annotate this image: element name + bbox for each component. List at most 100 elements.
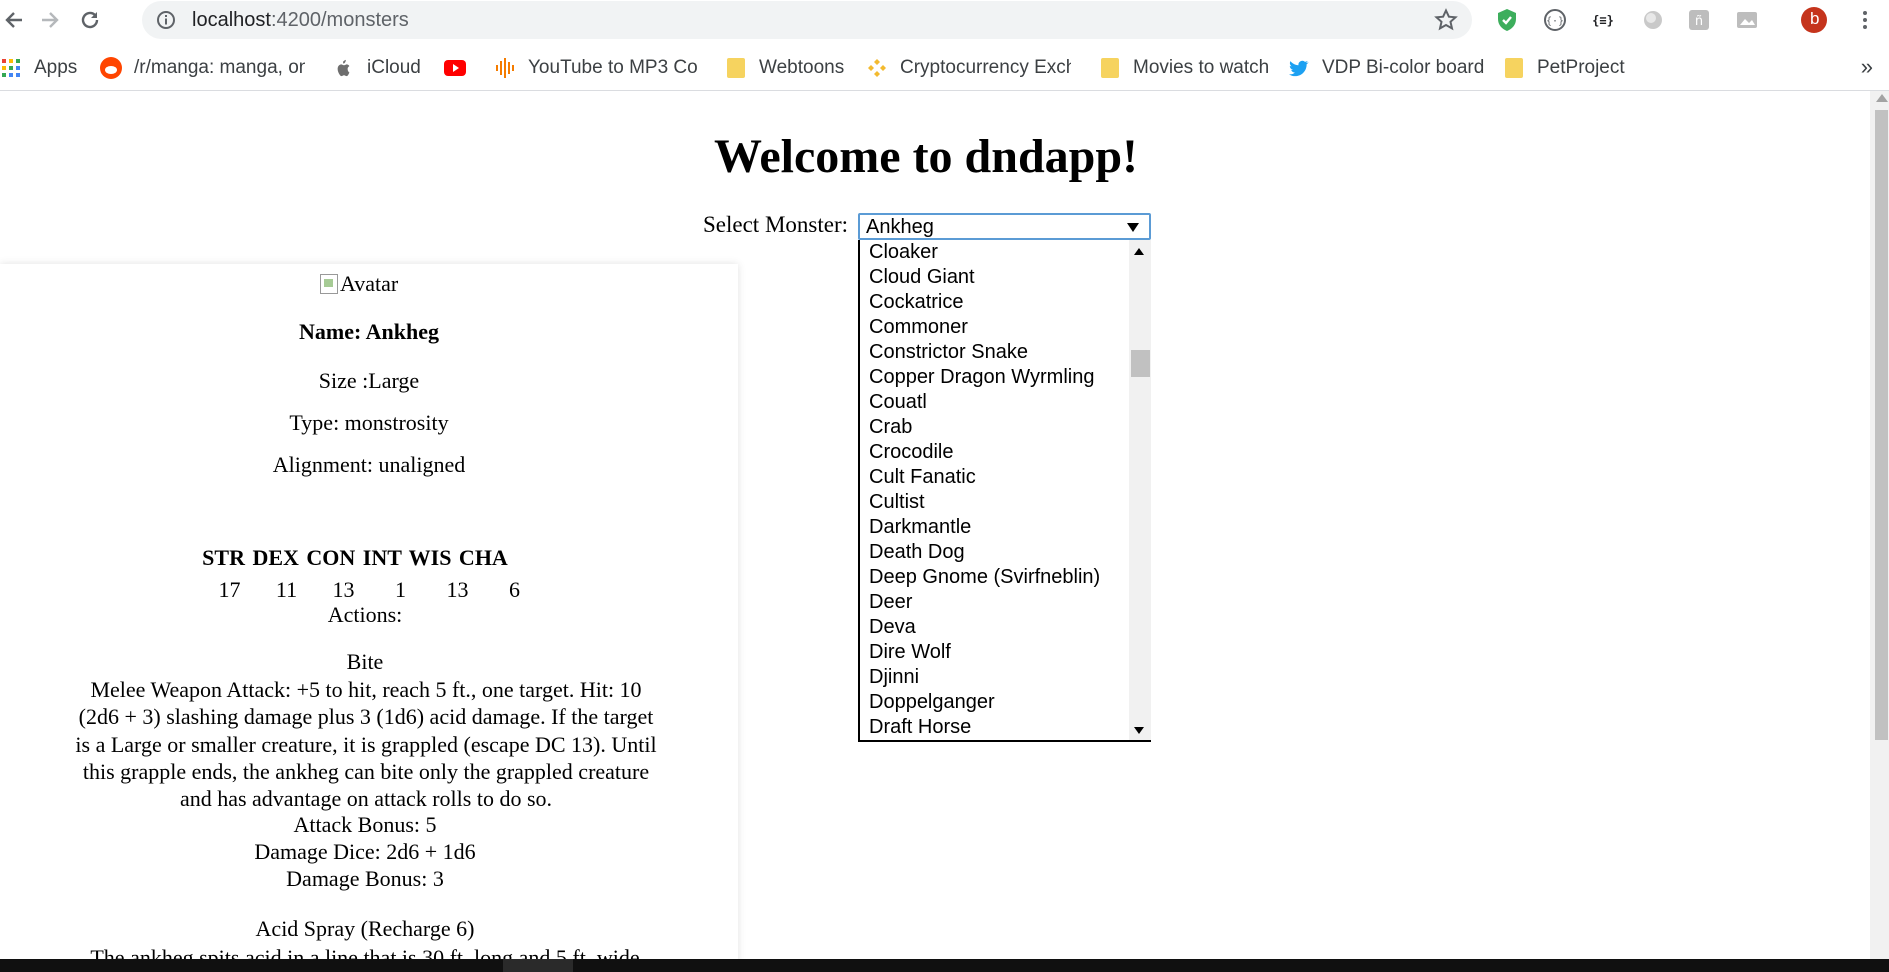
select-monster-label: Select Monster: xyxy=(703,212,848,237)
code-extension-icon[interactable]: {·} xyxy=(1542,7,1568,33)
stats-values: 17 11 13 1 13 6 xyxy=(201,577,543,603)
address-bar[interactable]: localhost:4200/monsters xyxy=(142,1,1472,39)
bookmark-label: VDP Bi-color board xyxy=(1322,57,1485,78)
url-path: :4200/monsters xyxy=(270,9,409,31)
back-button[interactable] xyxy=(0,4,30,36)
bookmark-apps[interactable]: Apps xyxy=(0,56,77,80)
shield-extension-icon[interactable] xyxy=(1494,7,1520,33)
dropdown-option[interactable]: Draft Horse xyxy=(860,715,1128,740)
bookmark-label: YouTube to MP3 Con xyxy=(528,57,699,78)
menu-kebab-icon[interactable] xyxy=(1852,7,1878,33)
svg-text:{·}: {·} xyxy=(1546,16,1564,27)
dropdown-option[interactable]: Cloud Giant xyxy=(860,265,1128,290)
dropdown-options: Cloaker Cloud Giant Cockatrice Commoner Cons… xyxy=(860,240,1128,740)
folder-icon xyxy=(725,57,747,79)
dropdown-option[interactable]: Cloaker xyxy=(860,240,1128,265)
youtube-icon xyxy=(444,57,466,79)
page-viewport: Welcome to dndapp! Select Monster: Ankhe… xyxy=(0,91,1870,959)
dropdown-option[interactable]: Commoner xyxy=(860,315,1128,340)
bookmark-movies[interactable]: Movies to watch xyxy=(1099,56,1269,80)
dropdown-option[interactable]: Cult Fanatic xyxy=(860,465,1128,490)
dropdown-option[interactable]: Cultist xyxy=(860,490,1128,515)
stat-wis: 13 xyxy=(446,577,469,602)
dropdown-option[interactable]: Darkmantle xyxy=(860,515,1128,540)
monster-dropdown-list[interactable]: Cloaker Cloud Giant Cockatrice Commoner Cons… xyxy=(858,240,1151,742)
dropdown-option[interactable]: Death Dog xyxy=(860,540,1128,565)
bookmark-petproject[interactable]: PetProject xyxy=(1503,56,1625,80)
monster-name: Name: Ankheg xyxy=(299,319,439,344)
bookmark-reddit-manga[interactable]: /r/manga: manga, on xyxy=(100,56,305,80)
bookmark-label: Webtoons xyxy=(759,57,845,78)
audio-wave-icon xyxy=(494,57,516,79)
bookmarks-bar: Apps /r/manga: manga, on iCloud YouTube … xyxy=(0,46,1889,91)
scroll-down-arrow-icon[interactable] xyxy=(1134,727,1144,734)
stat-cha: 6 xyxy=(509,577,520,602)
actions-heading: Actions: xyxy=(327,602,403,627)
stat-dex: 11 xyxy=(275,577,298,602)
apps-grid-icon xyxy=(0,57,22,79)
action-name: Bite xyxy=(346,649,384,674)
dropdown-option[interactable]: Constrictor Snake xyxy=(860,340,1128,365)
reddit-icon xyxy=(100,57,122,79)
taskbar-item[interactable] xyxy=(503,959,573,972)
circle-extension-icon[interactable] xyxy=(1640,7,1666,33)
twitter-icon xyxy=(1288,57,1310,79)
info-icon[interactable] xyxy=(156,10,176,30)
bookmark-webtoons[interactable]: Webtoons xyxy=(725,56,844,80)
dropdown-option[interactable]: Crab xyxy=(860,415,1128,440)
page-scroll-up-icon[interactable] xyxy=(1876,94,1888,102)
json-extension-icon[interactable]: {≡} xyxy=(1590,7,1616,33)
bookmarks-overflow-button[interactable]: » xyxy=(1861,54,1873,80)
dropdown-option[interactable]: Doppelganger xyxy=(860,690,1128,715)
dropdown-option[interactable]: Deva xyxy=(860,615,1128,640)
profile-avatar[interactable]: b xyxy=(1801,7,1827,33)
reload-button[interactable] xyxy=(74,4,106,36)
bookmark-crypto[interactable]: Cryptocurrency Excha xyxy=(866,56,1071,80)
bookmark-icloud[interactable]: iCloud xyxy=(333,56,421,80)
dropdown-scroll-thumb[interactable] xyxy=(1131,350,1150,377)
stat-str: 17 xyxy=(218,577,241,602)
stat-int: 1 xyxy=(395,577,406,602)
folder-icon xyxy=(1099,57,1121,79)
stat-con: 13 xyxy=(332,577,355,602)
apple-icon xyxy=(333,57,355,79)
bookmark-label: PetProject xyxy=(1537,57,1625,78)
dropdown-option[interactable]: Deep Gnome (Svirfneblin) xyxy=(860,565,1128,590)
dropdown-option[interactable]: Couatl xyxy=(860,390,1128,415)
bookmark-label: iCloud xyxy=(367,57,421,78)
url-text[interactable]: localhost:4200/monsters xyxy=(192,9,409,32)
url-host: localhost xyxy=(192,9,271,31)
action-name: Acid Spray (Recharge 6) xyxy=(255,916,475,941)
bookmark-label: Movies to watch xyxy=(1133,57,1270,78)
dropdown-option[interactable]: Copper Dragon Wyrmling xyxy=(860,365,1128,390)
action-description: Melee Weapon Attack: +5 to hit, reach 5 … xyxy=(75,677,657,812)
monster-type: Type: monstrosity xyxy=(289,410,449,435)
bookmark-youtube[interactable] xyxy=(444,56,478,80)
dropdown-option[interactable]: Crocodile xyxy=(860,440,1128,465)
broken-image-icon xyxy=(320,274,338,294)
binance-icon xyxy=(866,57,888,79)
dropdown-option[interactable]: Djinni xyxy=(860,665,1128,690)
bookmark-youtube-mp3[interactable]: YouTube to MP3 Con xyxy=(494,56,699,80)
image-extension-icon[interactable] xyxy=(1734,7,1760,33)
page-scroll-thumb[interactable] xyxy=(1875,110,1888,740)
os-taskbar xyxy=(0,959,1889,972)
dropdown-option[interactable]: Deer xyxy=(860,590,1128,615)
bookmark-label: /r/manga: manga, on xyxy=(134,57,305,78)
translate-extension-icon[interactable]: ñ xyxy=(1686,7,1712,33)
svg-text:{≡}: {≡} xyxy=(1592,14,1614,28)
dropdown-option[interactable]: Dire Wolf xyxy=(860,640,1128,665)
monster-select[interactable]: Ankheg xyxy=(858,213,1151,240)
dropdown-scrollbar[interactable] xyxy=(1129,240,1151,740)
bookmark-vdp[interactable]: VDP Bi-color board xyxy=(1288,56,1484,80)
bookmark-label: Cryptocurrency Excha xyxy=(900,57,1071,78)
action-attack-bonus: Attack Bonus: 5 xyxy=(293,812,437,837)
dropdown-option[interactable]: Cockatrice xyxy=(860,290,1128,315)
monster-size: Size :Large xyxy=(318,368,420,393)
bookmark-star-icon[interactable] xyxy=(1434,8,1458,32)
scroll-up-arrow-icon[interactable] xyxy=(1134,248,1144,255)
chevron-down-icon xyxy=(1127,223,1139,232)
forward-button[interactable] xyxy=(34,4,66,36)
monster-avatar: Avatar xyxy=(320,271,398,297)
profile-initial: b xyxy=(1810,9,1820,28)
